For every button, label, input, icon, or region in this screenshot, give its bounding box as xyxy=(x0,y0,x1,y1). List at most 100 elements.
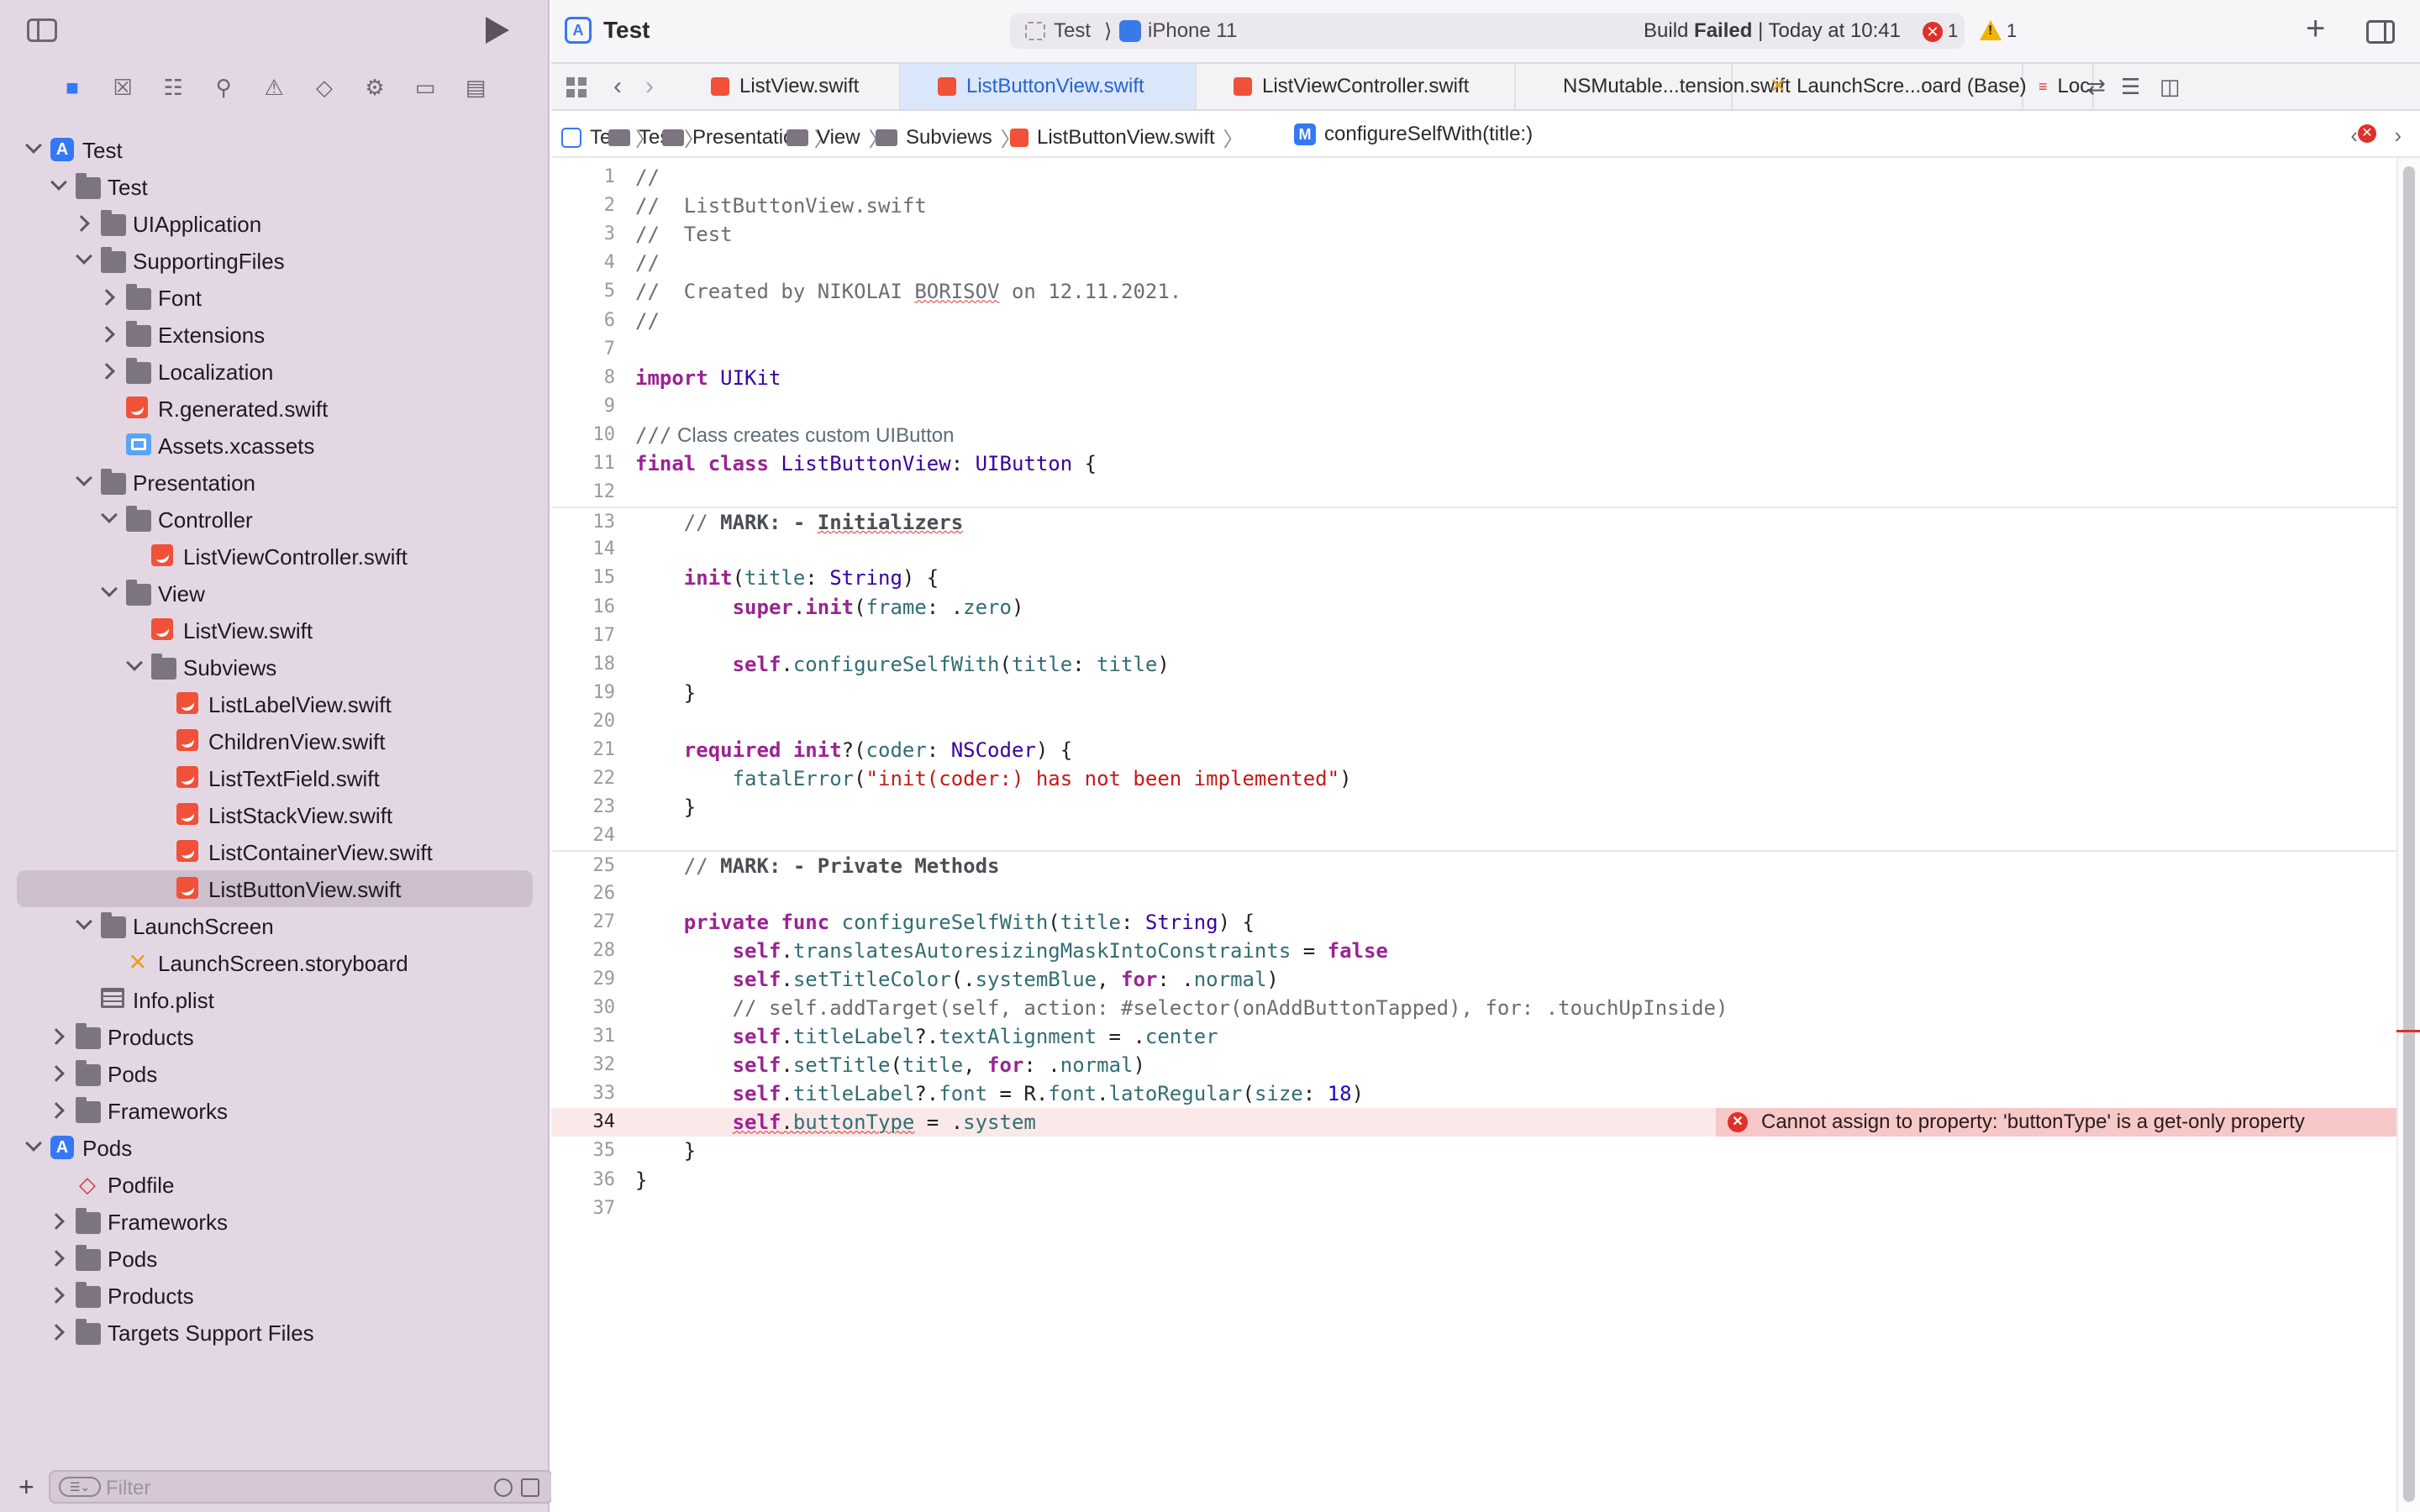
file-tree-item[interactable]: Frameworks xyxy=(17,1203,533,1240)
code-line[interactable]: 5 // Created by NIKOLAI BORISOV on 12.11.… xyxy=(551,277,2396,306)
file-tree-item[interactable]: LaunchScreen xyxy=(17,907,533,944)
file-tree-item[interactable]: ListViewController.swift xyxy=(17,538,533,575)
breakpoint-navigator-icon[interactable]: ▭ xyxy=(412,74,439,101)
code-line[interactable]: 1 // xyxy=(551,163,2396,192)
add-editor-icon[interactable]: ◫ xyxy=(2160,76,2181,97)
code-line[interactable]: 24 xyxy=(551,822,2396,850)
disclosure-closed-icon[interactable] xyxy=(50,1213,67,1230)
code-line[interactable]: 31 self.titleLabel?.textAlignment = .cen… xyxy=(551,1022,2396,1051)
disclosure-closed-icon[interactable] xyxy=(50,1102,67,1119)
go-back-icon[interactable]: ‹ xyxy=(613,74,622,99)
code-line[interactable]: 35 } xyxy=(551,1137,2396,1165)
editor-tab[interactable]: ListView.swift xyxy=(686,64,901,109)
go-forward-icon[interactable]: › xyxy=(645,74,654,99)
code-line[interactable]: 17 xyxy=(551,622,2396,650)
file-tree-item[interactable]: ListView.swift xyxy=(17,612,533,648)
breadcrumb-item[interactable]: MconfigureSelfWith(title:) xyxy=(1294,123,1533,146)
code-line[interactable]: 26 xyxy=(551,879,2396,908)
file-tree-item[interactable]: ✕ LaunchScreen.storyboard xyxy=(17,944,533,981)
file-tree-item[interactable]: A Test xyxy=(17,131,533,168)
file-tree-item[interactable]: ListContainerView.swift xyxy=(17,833,533,870)
code-line[interactable]: 33 self.titleLabel?.font = R.font.latoRe… xyxy=(551,1079,2396,1108)
disclosure-closed-icon[interactable] xyxy=(50,1028,67,1045)
disclosure-closed-icon[interactable] xyxy=(101,326,118,343)
code-line[interactable]: 15 init(title: String) { xyxy=(551,564,2396,592)
code-line[interactable]: 11 final class ListButtonView: UIButton { xyxy=(551,449,2396,478)
disclosure-open-icon[interactable] xyxy=(101,511,118,528)
filter-scope-icon[interactable]: ☰⌄ xyxy=(59,1477,101,1497)
sidebar-toggle-icon[interactable] xyxy=(27,18,57,42)
code-line[interactable]: 25 // MARK: - Private Methods xyxy=(551,850,2396,880)
file-tree-item[interactable]: Presentation xyxy=(17,464,533,501)
issue-navigator-icon[interactable]: ⚠ xyxy=(260,74,287,101)
disclosure-closed-icon[interactable] xyxy=(50,1287,67,1304)
debug-navigator-icon[interactable]: ⚙ xyxy=(361,74,388,101)
add-file-icon[interactable]: + xyxy=(18,1473,34,1500)
code-line[interactable]: 13 // MARK: - Initializers xyxy=(551,507,2396,537)
editor-tab[interactable]: ✕ LaunchScre...oard (Base) xyxy=(1733,64,2027,109)
editor-tab[interactable]: ≡Local xyxy=(2023,64,2094,109)
file-tree-item[interactable]: Pods xyxy=(17,1240,533,1277)
code-line[interactable]: 21 required init?(coder: NSCoder) { xyxy=(551,736,2396,764)
file-tree-item[interactable]: Info.plist xyxy=(17,981,533,1018)
folder-navigator-icon[interactable]: ■ xyxy=(59,74,86,101)
disclosure-open-icon[interactable] xyxy=(76,474,92,491)
code-line[interactable]: 20 xyxy=(551,707,2396,736)
editor-options-icon[interactable]: ☰ xyxy=(2121,76,2140,97)
code-line[interactable]: 7 xyxy=(551,335,2396,364)
warning-count[interactable]: 1 xyxy=(2007,20,2017,42)
file-tree-item[interactable]: ListLabelView.swift xyxy=(17,685,533,722)
code-line[interactable]: 14 xyxy=(551,535,2396,564)
find-navigator-icon[interactable]: ⚲ xyxy=(210,74,237,101)
disclosure-closed-icon[interactable] xyxy=(101,363,118,380)
disclosure-closed-icon[interactable] xyxy=(76,215,92,232)
library-plus-icon[interactable]: + xyxy=(2306,10,2325,47)
scrollbar-thumb[interactable] xyxy=(2403,166,2415,1502)
file-tree-item[interactable]: A Pods xyxy=(17,1129,533,1166)
file-tree-item[interactable]: Font xyxy=(17,279,533,316)
run-button[interactable] xyxy=(486,17,509,44)
issue-indicator-icon[interactable]: ✕ xyxy=(2358,124,2376,143)
file-tree-item[interactable]: Targets Support Files xyxy=(17,1314,533,1351)
next-issue-icon[interactable]: › xyxy=(2394,123,2402,149)
file-tree-item[interactable]: Test xyxy=(17,168,533,205)
code-line[interactable]: 12 xyxy=(551,478,2396,507)
disclosure-open-icon[interactable] xyxy=(76,252,92,269)
test-navigator-icon[interactable]: ◇ xyxy=(311,74,338,101)
file-tree-item[interactable]: ListButtonView.swift xyxy=(17,870,533,907)
swap-editor-icon[interactable]: ⇄ xyxy=(2087,76,2106,97)
error-count[interactable]: 1 xyxy=(1948,20,1958,42)
code-line[interactable]: 27 private func configureSelfWith(title:… xyxy=(551,908,2396,937)
disclosure-closed-icon[interactable] xyxy=(50,1250,67,1267)
file-tree-item[interactable]: SupportingFiles xyxy=(17,242,533,279)
breadcrumb-item[interactable]: ListButtonView.swift 〉 xyxy=(1010,123,1252,152)
file-tree-item[interactable]: Controller xyxy=(17,501,533,538)
editor-tab[interactable]: ListButtonView.swift xyxy=(901,64,1197,109)
code-line[interactable]: 22 fatalError("init(coder:) has not been… xyxy=(551,764,2396,793)
code-line[interactable]: 37 xyxy=(551,1194,2396,1223)
code-line[interactable]: 16 super.init(frame: .zero) xyxy=(551,593,2396,622)
code-line[interactable]: 34 self.buttonType = .system ✕ Cannot assi… xyxy=(551,1108,2396,1137)
disclosure-open-icon[interactable] xyxy=(25,141,42,158)
code-line[interactable]: 28 self.translatesAutoresizingMaskIntoCo… xyxy=(551,937,2396,965)
disclosure-open-icon[interactable] xyxy=(76,917,92,934)
disclosure-open-icon[interactable] xyxy=(126,659,143,675)
disclosure-closed-icon[interactable] xyxy=(50,1065,67,1082)
disclosure-open-icon[interactable] xyxy=(50,178,67,195)
disclosure-open-icon[interactable] xyxy=(25,1139,42,1156)
related-items-grid-icon[interactable] xyxy=(566,77,587,97)
disclosure-open-icon[interactable] xyxy=(101,585,118,601)
code-line[interactable]: 36} xyxy=(551,1166,2396,1194)
editor-tab[interactable]: ListViewController.swift xyxy=(1197,64,1516,109)
code-line[interactable]: 8 import UIKit xyxy=(551,364,2396,392)
code-line[interactable]: 9 xyxy=(551,392,2396,421)
editor-tab[interactable]: NSMutable...tension.swift xyxy=(1516,64,1791,109)
file-tree-item[interactable]: Assets.xcassets xyxy=(17,427,533,464)
code-line[interactable]: 6 // xyxy=(551,307,2396,335)
code-line[interactable]: 23 } xyxy=(551,793,2396,822)
code-line[interactable]: 32 self.setTitle(title, for: .normal) xyxy=(551,1051,2396,1079)
file-tree-item[interactable]: ListStackView.swift xyxy=(17,796,533,833)
file-tree-item[interactable]: ◇ Podfile xyxy=(17,1166,533,1203)
file-tree-item[interactable]: ChildrenView.swift xyxy=(17,722,533,759)
source-editor[interactable]: 1 // 2 // ListButtonView.swift 3 // Test 4 // 5 /… xyxy=(551,158,2396,1512)
